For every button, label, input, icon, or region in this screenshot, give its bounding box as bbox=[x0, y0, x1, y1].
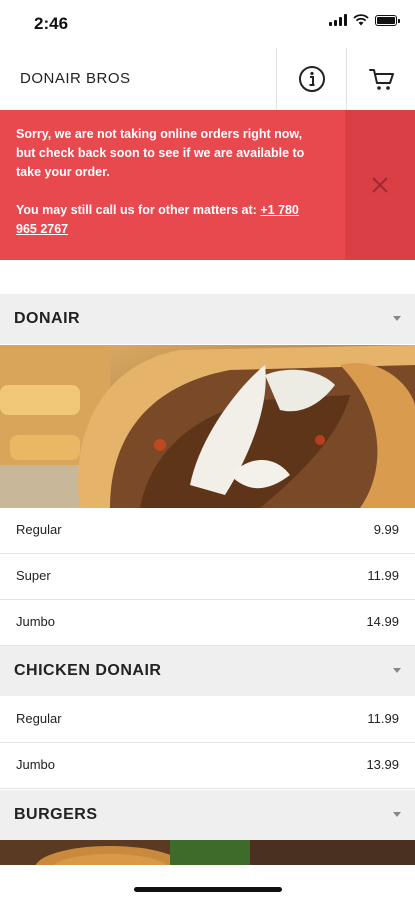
item-name: Regular bbox=[16, 522, 62, 537]
item-price: 14.99 bbox=[366, 614, 399, 629]
battery-icon bbox=[375, 14, 400, 26]
menu-item-row[interactable]: Regular 11.99 bbox=[0, 697, 415, 743]
alert-call-prefix: You may still call us for other matters … bbox=[16, 203, 257, 217]
menu-item-row[interactable]: Super 11.99 bbox=[0, 554, 415, 600]
chevron-down-icon bbox=[393, 316, 401, 321]
item-name: Regular bbox=[16, 711, 62, 726]
status-bar: 2:46 bbox=[0, 0, 415, 48]
donair-image bbox=[0, 345, 415, 508]
item-price: 11.99 bbox=[367, 568, 399, 583]
item-name: Super bbox=[16, 568, 51, 583]
app-header: DONAIR BROS bbox=[0, 48, 415, 111]
item-price: 9.99 bbox=[373, 522, 399, 537]
alert-close-button[interactable] bbox=[345, 110, 415, 260]
item-price: 13.99 bbox=[366, 757, 399, 772]
restaurant-name: DONAIR BROS bbox=[20, 70, 131, 87]
category-title: BURGERS bbox=[14, 806, 98, 823]
burgers-image bbox=[0, 840, 415, 865]
alert-text: Sorry, we are not taking online orders r… bbox=[16, 125, 316, 258]
wifi-icon bbox=[353, 14, 369, 26]
category-title: DONAIR bbox=[14, 310, 81, 327]
home-indicator-area bbox=[0, 865, 415, 900]
category-chicken-donair[interactable]: CHICKEN DONAIR bbox=[0, 646, 415, 696]
info-icon bbox=[298, 66, 325, 92]
donair-photo bbox=[0, 345, 415, 508]
item-name: Jumbo bbox=[16, 757, 56, 772]
status-icons bbox=[329, 14, 400, 26]
category-burgers[interactable]: BURGERS bbox=[0, 790, 415, 840]
item-name: Jumbo bbox=[16, 614, 56, 629]
alert-call-line: You may still call us for other matters … bbox=[16, 201, 316, 239]
cart-icon bbox=[368, 69, 394, 90]
cellular-signal-icon bbox=[329, 14, 347, 26]
menu-item-row[interactable]: Regular 9.99 bbox=[0, 508, 415, 554]
burgers-photo bbox=[0, 840, 415, 865]
chevron-down-icon bbox=[393, 812, 401, 817]
cart-button[interactable] bbox=[346, 48, 415, 110]
status-time: 2:46 bbox=[34, 14, 69, 33]
orders-closed-alert: Sorry, we are not taking online orders r… bbox=[0, 110, 415, 260]
alert-message: Sorry, we are not taking online orders r… bbox=[16, 127, 305, 179]
close-icon bbox=[372, 177, 388, 193]
chevron-down-icon bbox=[393, 668, 401, 673]
category-title: CHICKEN DONAIR bbox=[14, 662, 162, 679]
info-button[interactable] bbox=[276, 48, 346, 110]
item-price: 11.99 bbox=[367, 711, 399, 726]
category-donair[interactable]: DONAIR bbox=[0, 294, 415, 344]
menu-item-row[interactable]: Jumbo 13.99 bbox=[0, 743, 415, 789]
menu-item-row[interactable]: Jumbo 14.99 bbox=[0, 600, 415, 646]
home-indicator[interactable] bbox=[134, 887, 282, 892]
